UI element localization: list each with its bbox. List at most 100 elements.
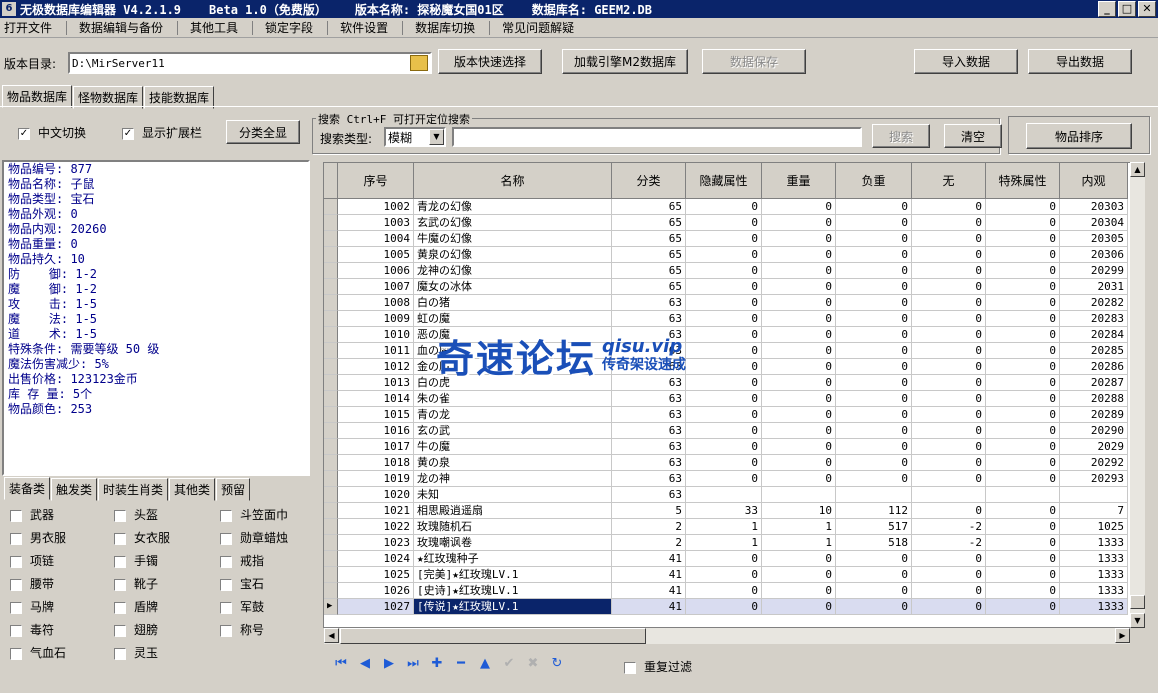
category-item[interactable]: 宝石	[220, 575, 264, 592]
table-cell[interactable]	[912, 487, 986, 503]
column-header[interactable]: 隐藏属性	[686, 163, 762, 199]
category-checkbox[interactable]	[114, 509, 126, 522]
table-row[interactable]: 1024 ★红玫瑰种子 41 0 0 0 0 0 1333	[324, 551, 1128, 567]
category-item[interactable]: 武器	[10, 506, 54, 523]
table-cell[interactable]: 41	[612, 583, 686, 599]
table-cell[interactable]: 0	[986, 199, 1060, 215]
export-button[interactable]: 导出数据	[1028, 49, 1132, 74]
table-cell[interactable]: 20285	[1060, 343, 1128, 359]
table-cell[interactable]: 0	[912, 231, 986, 247]
dir-input[interactable]: D:\MirServer11	[68, 52, 432, 74]
category-tab[interactable]: 其他类	[169, 478, 216, 501]
category-checkbox[interactable]	[220, 509, 232, 522]
table-cell[interactable]: 青の龙	[414, 407, 612, 423]
table-cell[interactable]: 1	[762, 535, 836, 551]
delete-record-icon[interactable]: ━	[452, 655, 470, 673]
table-cell[interactable]: 63	[612, 311, 686, 327]
scroll-left-icon[interactable]: ◀	[324, 628, 339, 643]
table-cell[interactable]: 0	[912, 503, 986, 519]
table-cell[interactable]: 0	[986, 535, 1060, 551]
table-cell[interactable]: 1003	[338, 215, 414, 231]
table-cell[interactable]: 0	[762, 279, 836, 295]
table-cell[interactable]: 0	[762, 247, 836, 263]
post-record-icon[interactable]: ✔	[500, 655, 518, 673]
table-cell[interactable]: 0	[912, 311, 986, 327]
show-all-button[interactable]: 分类全显	[226, 120, 300, 144]
table-cell[interactable]: 1024	[338, 551, 414, 567]
table-cell[interactable]: 牛の魔	[414, 439, 612, 455]
category-checkbox[interactable]	[114, 532, 126, 545]
table-cell[interactable]: 0	[986, 295, 1060, 311]
table-cell[interactable]: 朱の雀	[414, 391, 612, 407]
refresh-icon[interactable]: ↻	[548, 655, 566, 673]
table-cell[interactable]: 0	[686, 599, 762, 615]
table-row[interactable]: 1005 黄泉の幻像 65 0 0 0 0 0 20306	[324, 247, 1128, 263]
table-cell[interactable]: 63	[612, 487, 686, 503]
table-cell[interactable]: 63	[612, 471, 686, 487]
table-cell[interactable]: 1020	[338, 487, 414, 503]
table-cell[interactable]: 0	[986, 375, 1060, 391]
table-cell[interactable]: -2	[912, 535, 986, 551]
category-checkbox[interactable]	[114, 624, 126, 637]
table-cell[interactable]	[686, 487, 762, 503]
show-ext-toggle[interactable]: ✓ 显示扩展栏	[122, 124, 202, 141]
table-cell[interactable]: 0	[912, 215, 986, 231]
table-cell[interactable]: 魔女の冰体	[414, 279, 612, 295]
table-cell[interactable]: 0	[836, 583, 912, 599]
table-cell[interactable]: 0	[912, 391, 986, 407]
table-cell[interactable]: 1023	[338, 535, 414, 551]
table-cell[interactable]: 20292	[1060, 455, 1128, 471]
table-cell[interactable]: 65	[612, 231, 686, 247]
table-cell[interactable]: 33	[686, 503, 762, 519]
table-cell[interactable]: 0	[686, 471, 762, 487]
table-cell[interactable]: 0	[686, 247, 762, 263]
category-item[interactable]: 手镯	[114, 552, 158, 569]
close-button[interactable]: ✕	[1138, 1, 1156, 17]
table-cell[interactable]: 2	[612, 519, 686, 535]
table-cell[interactable]: 0	[986, 423, 1060, 439]
table-cell[interactable]	[836, 487, 912, 503]
category-checkbox[interactable]	[220, 555, 232, 568]
column-header[interactable]: 负重	[836, 163, 912, 199]
menu-item[interactable]: 数据编辑与备份	[75, 19, 177, 36]
table-cell[interactable]: 20283	[1060, 311, 1128, 327]
table-cell[interactable]: 0	[836, 567, 912, 583]
category-checkbox[interactable]	[10, 555, 22, 568]
category-item[interactable]: 勋章蜡烛	[220, 529, 288, 546]
table-cell[interactable]	[762, 487, 836, 503]
table-cell[interactable]: 1002	[338, 199, 414, 215]
table-cell[interactable]: 20286	[1060, 359, 1128, 375]
table-cell[interactable]: 0	[912, 199, 986, 215]
table-cell[interactable]: 1016	[338, 423, 414, 439]
table-cell[interactable]: 20305	[1060, 231, 1128, 247]
table-cell[interactable]: 0	[762, 359, 836, 375]
quick-select-button[interactable]: 版本快速选择	[438, 49, 542, 74]
table-cell[interactable]: 1011	[338, 343, 414, 359]
table-cell[interactable]: 0	[836, 423, 912, 439]
table-cell[interactable]: 0	[686, 279, 762, 295]
table-row[interactable]: 1015 青の龙 63 0 0 0 0 0 20289	[324, 407, 1128, 423]
folder-icon[interactable]	[410, 55, 428, 71]
table-cell[interactable]: 龙の神	[414, 471, 612, 487]
table-row[interactable]: 1003 玄武の幻像 65 0 0 0 0 0 20304	[324, 215, 1128, 231]
table-cell[interactable]: 20288	[1060, 391, 1128, 407]
category-item[interactable]: 腰带	[10, 575, 54, 592]
table-cell[interactable]: 0	[986, 359, 1060, 375]
table-cell[interactable]: 0	[762, 439, 836, 455]
table-cell[interactable]: 虹の魔	[414, 311, 612, 327]
table-cell[interactable]: 63	[612, 391, 686, 407]
table-cell[interactable]: 0	[836, 327, 912, 343]
table-cell[interactable]: 0	[912, 263, 986, 279]
table-cell[interactable]: 0	[836, 199, 912, 215]
table-cell[interactable]: 20284	[1060, 327, 1128, 343]
table-cell[interactable]: 0	[762, 327, 836, 343]
category-item[interactable]: 毒符	[10, 621, 54, 638]
table-cell[interactable]: 0	[986, 439, 1060, 455]
category-item[interactable]: 灵玉	[114, 644, 158, 661]
table-cell[interactable]: 1013	[338, 375, 414, 391]
table-cell[interactable]: 1010	[338, 327, 414, 343]
menu-item[interactable]: 软件设置	[336, 19, 402, 36]
clear-button[interactable]: 清空	[944, 124, 1002, 148]
chevron-down-icon[interactable]: ▼	[429, 129, 444, 145]
table-cell[interactable]: 65	[612, 199, 686, 215]
